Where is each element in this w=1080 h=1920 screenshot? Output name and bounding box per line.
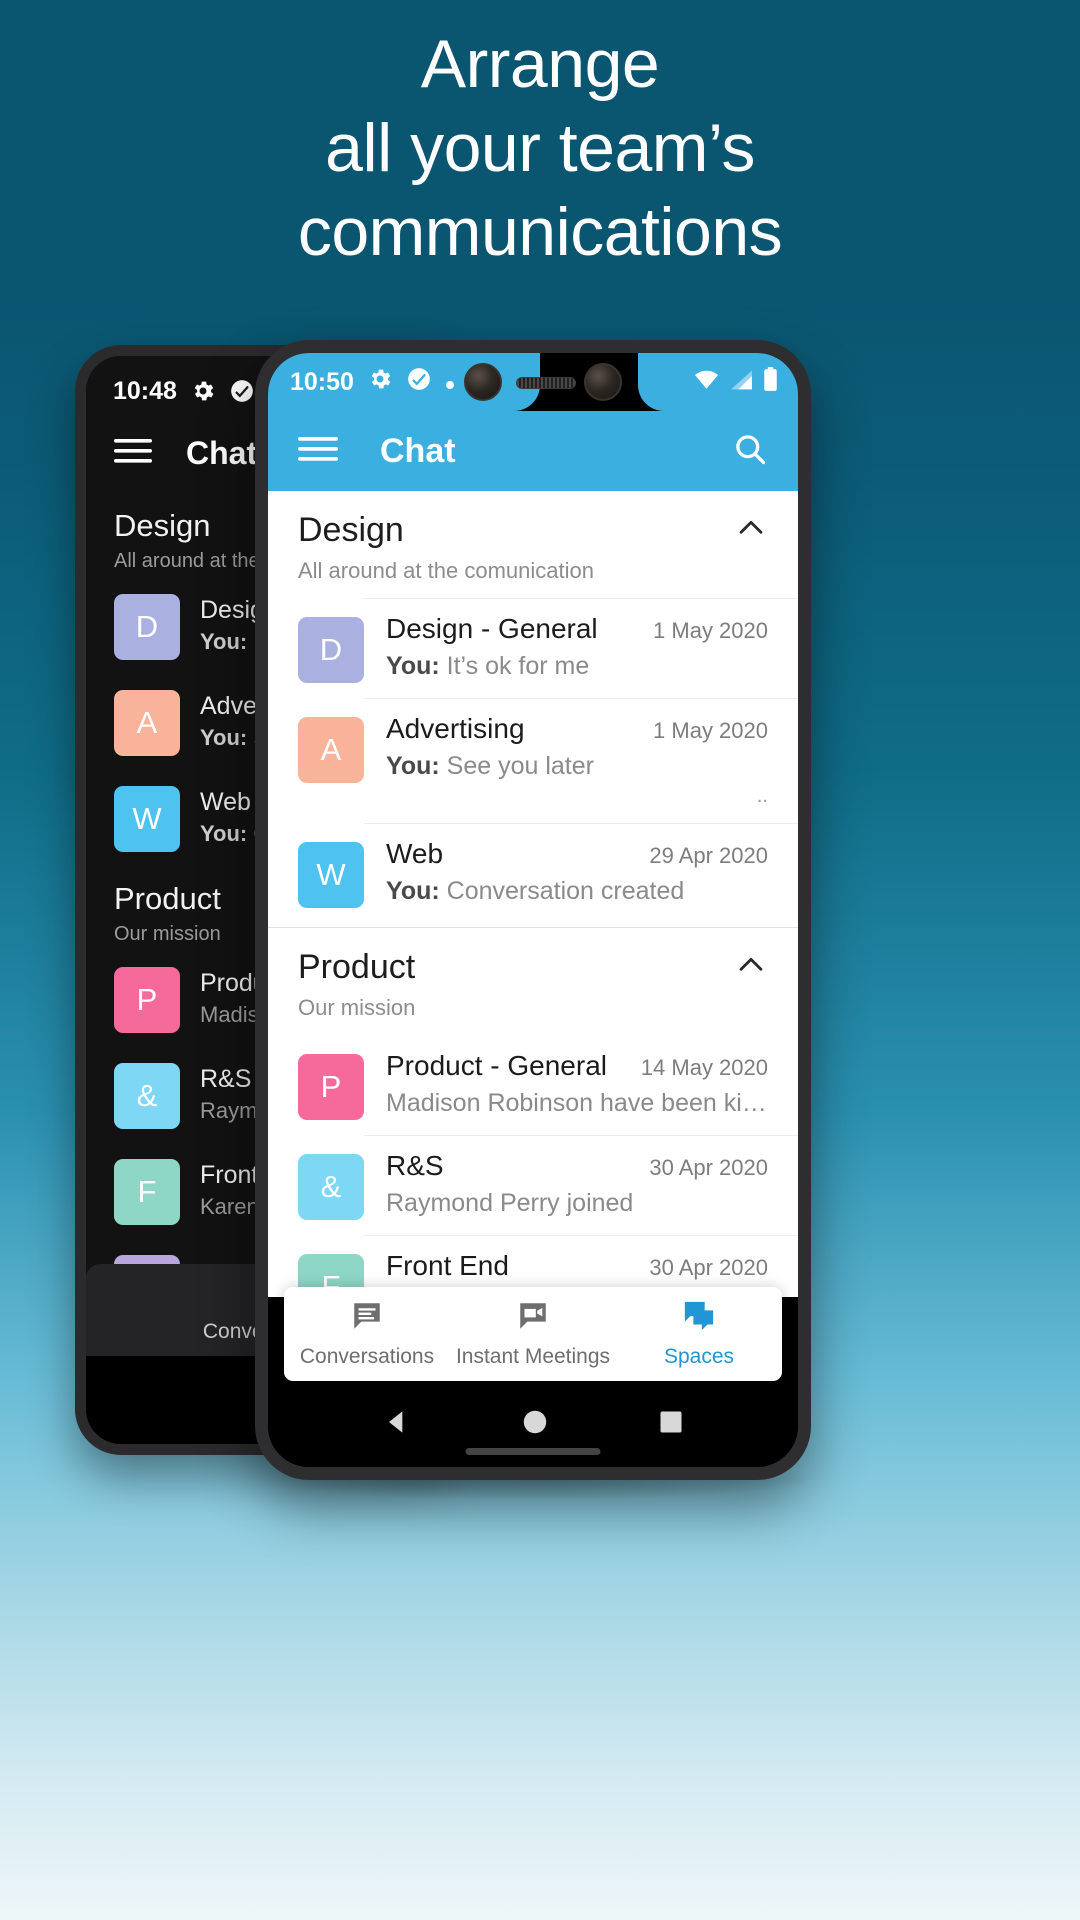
wifi-icon — [693, 369, 720, 396]
search-icon[interactable] — [732, 431, 768, 472]
battery-icon — [763, 367, 778, 397]
avatar: D — [298, 617, 364, 683]
section-title: Design — [298, 511, 404, 549]
page-headline: Arrange all your team’s communications — [0, 22, 1080, 274]
headline-line-3: communications — [297, 194, 783, 270]
section-header-design[interactable]: Design All around at the comunication — [268, 491, 798, 598]
front-camera-icon — [464, 363, 502, 401]
signal-icon — [729, 369, 754, 396]
section-subtitle: Our mission — [298, 995, 416, 1020]
chevron-up-icon[interactable] — [734, 511, 768, 550]
check-circle-icon — [229, 378, 255, 404]
conversation-name: Web — [386, 838, 444, 869]
avatar: A — [114, 690, 180, 756]
avatar: D — [114, 594, 180, 660]
front-camera-secondary-icon — [584, 363, 622, 401]
table-row[interactable]: & R&S 30 Apr 2020 Raymond Perry joined — [268, 1135, 798, 1235]
table-row[interactable]: D Design - General 1 May 2020 You: It’s … — [268, 598, 798, 698]
earpiece-speaker — [516, 377, 576, 389]
tab-label: Conversations — [299, 1345, 435, 1368]
gear-icon — [367, 366, 393, 399]
table-row[interactable]: W Web 29 Apr 2020 You: Conversation crea… — [268, 823, 798, 923]
phone-bottom-handle — [465, 1448, 601, 1455]
avatar: A — [298, 717, 364, 783]
chat-bubble-icon — [350, 1299, 384, 1338]
conversation-date: 14 May 2020 — [640, 1055, 768, 1080]
page-title: Chat — [380, 431, 456, 470]
section-subtitle: All around at the comunication — [298, 558, 594, 583]
conversation-date: 1 May 2020 — [653, 718, 768, 743]
table-row[interactable]: P Product - General 14 May 2020 Madison … — [268, 1035, 798, 1135]
foreground-phone-screen: 10:50 Chat Design All around at the comu… — [268, 353, 798, 1467]
bottom-navigation-bar: Conversations Instant Meetings Spaces — [284, 1287, 782, 1381]
status-time: 10:50 — [290, 367, 354, 396]
background-app-title: Chat — [186, 434, 258, 471]
avatar: P — [114, 967, 180, 1033]
conversation-preview: Raymond Perry joined — [386, 1189, 634, 1217]
conversation-date: 30 Apr 2020 — [649, 1155, 768, 1180]
avatar: & — [114, 1063, 180, 1129]
conversation-list[interactable]: Design All around at the comunication D … — [268, 491, 798, 1297]
conversation-name: Product - General — [386, 1050, 607, 1081]
check-circle-icon — [406, 366, 432, 399]
avatar: P — [298, 1054, 364, 1120]
avatar: F — [114, 1159, 180, 1225]
avatar: & — [298, 1154, 364, 1220]
back-triangle-icon[interactable] — [381, 1406, 413, 1443]
tab-conversations[interactable]: Conversations — [284, 1299, 450, 1369]
avatar: W — [298, 842, 364, 908]
gear-icon — [190, 378, 216, 404]
recents-square-icon[interactable] — [657, 1408, 685, 1441]
tab-label: Instant Meetings — [455, 1345, 611, 1368]
headline-line-2: all your team’s — [325, 110, 755, 186]
video-chat-icon — [516, 1299, 550, 1338]
conversation-date: 30 Apr 2020 — [649, 1255, 768, 1280]
tab-label: Spaces — [663, 1345, 735, 1368]
conversation-date: 1 May 2020 — [653, 618, 768, 643]
dot-icon — [445, 368, 455, 397]
headline-line-1: Arrange — [420, 26, 660, 102]
avatar: W — [114, 786, 180, 852]
home-circle-icon[interactable] — [520, 1407, 550, 1442]
hamburger-menu-icon[interactable] — [298, 434, 338, 469]
conversation-name: Front End — [386, 1250, 509, 1281]
conversation-name: Advertising — [386, 713, 525, 744]
section-title: Product — [298, 948, 416, 986]
status-time: 10:48 — [113, 376, 177, 405]
tab-spaces[interactable]: Spaces — [616, 1299, 782, 1369]
conversation-extra: .. — [756, 785, 768, 807]
conversation-preview: You: Conversation created — [386, 877, 685, 905]
notch-band: 10:50 — [268, 353, 798, 411]
conversation-name: Design - General — [386, 613, 598, 644]
conversation-date: 29 Apr 2020 — [649, 843, 768, 868]
app-bar: Chat — [268, 411, 798, 491]
foreground-phone-device: 10:50 Chat Design All around at the comu… — [255, 340, 811, 1480]
section-header-product[interactable]: Product Our mission — [268, 928, 798, 1035]
conversation-name: R&S — [386, 1150, 444, 1181]
status-bar-right — [638, 353, 798, 411]
conversation-preview: You: See you later — [386, 752, 594, 780]
hamburger-menu-icon[interactable] — [114, 437, 152, 470]
table-row[interactable]: A Advertising 1 May 2020 You: See you la… — [268, 698, 798, 823]
conversation-preview: You: It’s ok for me — [386, 652, 590, 680]
chevron-up-icon[interactable] — [734, 948, 768, 987]
spaces-icon — [682, 1299, 716, 1338]
tab-instant-meetings[interactable]: Instant Meetings — [450, 1299, 616, 1369]
conversation-preview: Madison Robinson have been kicked b… — [386, 1089, 768, 1117]
